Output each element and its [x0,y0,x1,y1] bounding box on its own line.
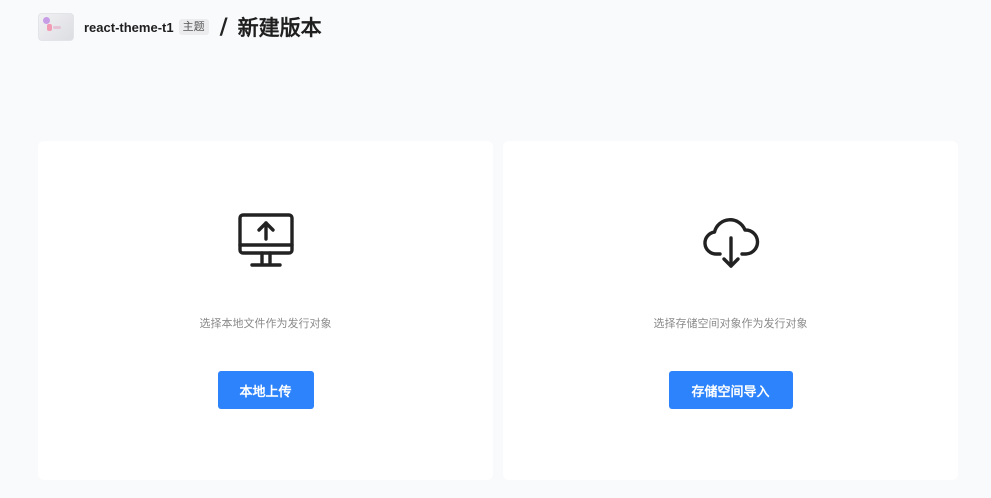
thumbnail-decoration [53,26,61,29]
local-upload-card: 选择本地文件作为发行对象 本地上传 [38,141,493,480]
thumbnail-decoration [47,24,52,31]
page-title: 新建版本 [237,16,322,40]
type-tag: 主题 [178,19,209,35]
thumbnail-decoration [43,17,50,24]
storage-import-card: 选择存储空间对象作为发行对象 存储空间导入 [503,141,958,480]
app-name[interactable]: react-theme-t1 [84,20,174,35]
cloud-download-icon [699,210,763,274]
theme-thumbnail[interactable] [38,13,74,41]
breadcrumb-separator: / [219,14,228,40]
local-upload-button[interactable]: 本地上传 [217,371,314,409]
page-header: react-theme-t1 主题 / 新建版本 [38,12,322,42]
monitor-upload-icon [234,210,298,274]
local-upload-description: 选择本地文件作为发行对象 [199,317,332,330]
storage-import-description: 选择存储空间对象作为发行对象 [653,317,808,330]
storage-import-button[interactable]: 存储空间导入 [668,371,793,409]
